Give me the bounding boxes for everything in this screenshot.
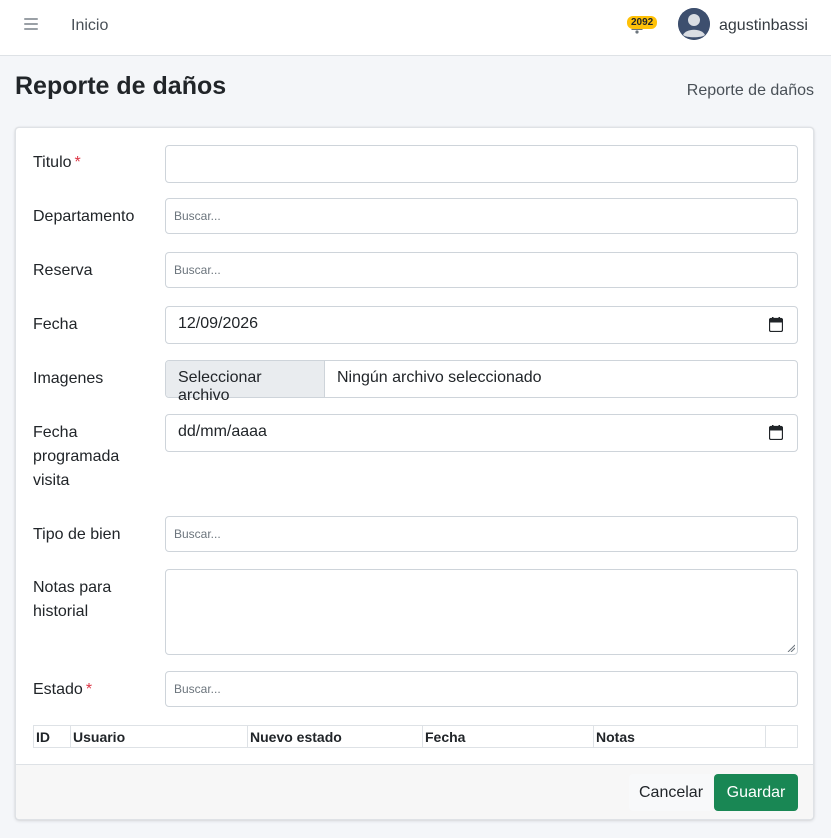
nav-home-link[interactable]: Inicio [71, 17, 108, 35]
calendar-icon[interactable] [769, 317, 783, 332]
departamento-label: Departamento [33, 208, 135, 225]
titulo-label: Titulo * [33, 154, 81, 171]
fecha-visita-value: dd/mm/aaaa [178, 423, 267, 440]
imagenes-file-input[interactable]: Seleccionar archivo Ningún archivo selec… [165, 360, 798, 404]
column-header-notas: Notas [594, 726, 766, 747]
damage-report-form: Titulo * Departamento Buscar... Reserva B… [15, 127, 814, 820]
calendar-icon[interactable] [769, 425, 783, 440]
breadcrumb: Reporte de daños [686, 82, 814, 99]
departamento-select[interactable]: Buscar... [165, 198, 798, 234]
imagenes-label: Imagenes [33, 370, 104, 387]
estado-select[interactable]: Buscar... [165, 671, 798, 707]
history-table: ID Usuario Nuevo estado Fecha Notas [33, 725, 798, 748]
form-footer: Cancelar Guardar [16, 764, 813, 819]
fecha-value: 12/09/2026 [178, 315, 259, 332]
fecha-visita-date-input[interactable]: dd/mm/aaaa [165, 414, 798, 452]
resize-grip-icon[interactable] [787, 644, 795, 652]
fecha-date-input[interactable]: 12/09/2026 [165, 306, 798, 344]
top-navbar: Inicio 2092 agustinbassi [0, 0, 831, 56]
save-button[interactable]: Guardar [714, 774, 798, 811]
select-file-button[interactable]: Seleccionar archivo [166, 361, 325, 404]
notification-badge: 2092 [627, 16, 658, 29]
avatar[interactable] [678, 8, 710, 40]
notas-textarea[interactable] [165, 569, 798, 655]
tipo-bien-select[interactable]: Buscar... [165, 516, 798, 552]
fecha-label: Fecha [33, 316, 78, 333]
cancel-button[interactable]: Cancelar [629, 774, 713, 811]
column-header-id: ID [34, 726, 71, 747]
tipo-bien-label: Tipo de bien [33, 526, 121, 543]
fecha-visita-label: Fecha programada visita [33, 424, 120, 489]
username[interactable]: agustinbassi [719, 17, 808, 35]
column-header-nuevo-estado: Nuevo estado [248, 726, 423, 747]
reserva-select[interactable]: Buscar... [165, 252, 798, 288]
estado-label: Estado * [33, 681, 93, 698]
menu-icon[interactable] [24, 18, 38, 32]
page-title: Reporte de daños [15, 72, 227, 100]
file-status-text: Ningún archivo seleccionado [337, 369, 542, 386]
column-header-fecha: Fecha [423, 726, 594, 747]
reserva-label: Reserva [33, 262, 93, 279]
notas-label: Notas para historial [33, 579, 112, 620]
column-header-usuario: Usuario [71, 726, 248, 747]
titulo-input[interactable] [165, 145, 798, 183]
